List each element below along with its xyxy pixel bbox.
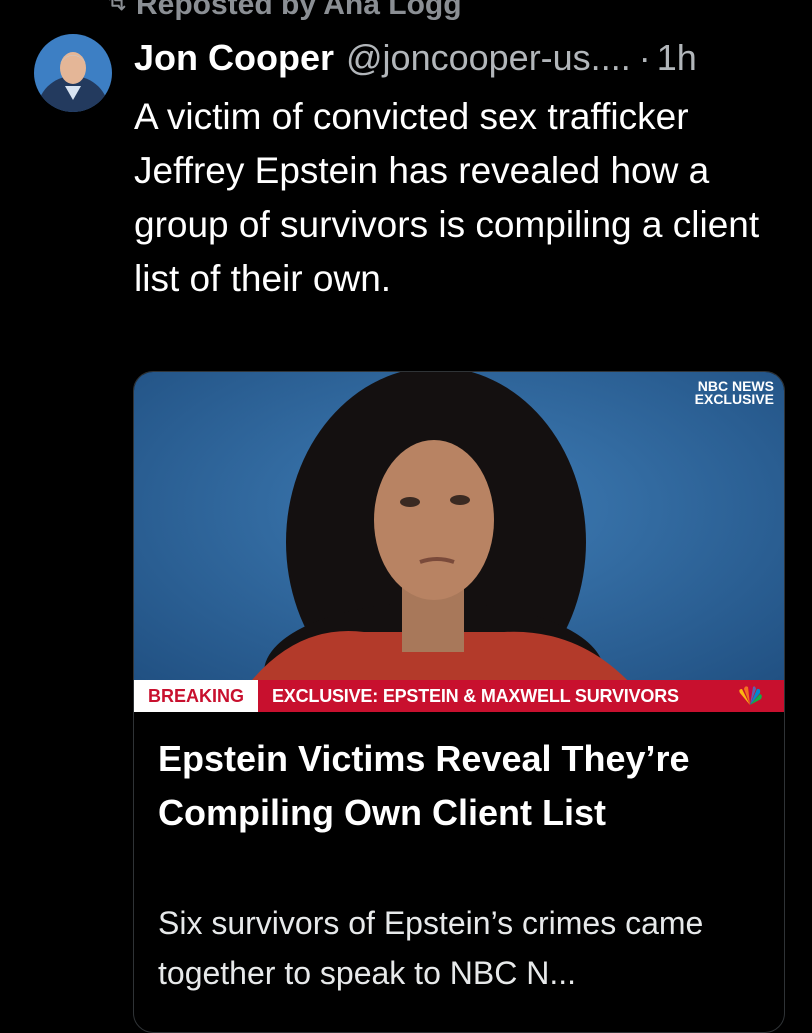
card-media: NBC NEWS EXCLUSIVE BREAKING EXCLUSIVE: E…	[134, 372, 784, 712]
repost-icon	[106, 0, 128, 22]
author-handle[interactable]: @joncooper-us....	[346, 38, 631, 78]
breaking-label: BREAKING	[134, 680, 258, 712]
card-title[interactable]: Epstein Victims Reveal They’re Compiling…	[158, 732, 768, 840]
link-card[interactable]: NBC NEWS EXCLUSIVE BREAKING EXCLUSIVE: E…	[133, 371, 785, 1033]
nbc-peacock-icon	[716, 680, 784, 712]
ticker-text: EXCLUSIVE: EPSTEIN & MAXWELL SURVIVORS	[258, 680, 716, 712]
news-lower-third: BREAKING EXCLUSIVE: EPSTEIN & MAXWELL SU…	[134, 680, 784, 712]
author-name[interactable]: Jon Cooper	[134, 38, 334, 78]
separator-dot: ·	[638, 37, 651, 78]
repost-label: Reposted by Ana Logg	[136, 0, 462, 21]
author-avatar[interactable]	[34, 34, 112, 112]
post-text: A victim of convicted sex trafficker Jef…	[134, 96, 760, 299]
video-still-image	[134, 372, 784, 712]
post-timestamp[interactable]: 1h	[657, 38, 697, 78]
card-description: Six survivors of Epstein’s crimes came t…	[158, 905, 704, 991]
nbc-exclusive-tag: NBC NEWS EXCLUSIVE	[694, 379, 774, 407]
post-header: Jon Cooper @joncooper-us.... · 1h	[134, 38, 697, 78]
repost-indicator[interactable]: Reposted by Ana Logg	[106, 0, 462, 22]
exclusive-label: EXCLUSIVE	[694, 391, 774, 407]
